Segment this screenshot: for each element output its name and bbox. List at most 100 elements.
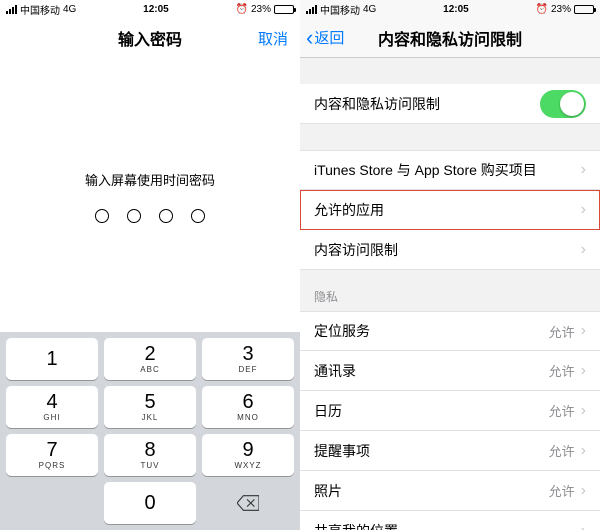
keypad-key-2[interactable]: 2ABC	[104, 338, 196, 380]
chevron-right-icon: ›	[581, 322, 586, 340]
network-label: 4G	[363, 4, 376, 15]
settings-row[interactable]: 共享我的位置 ›	[300, 511, 600, 530]
keypad-key-9[interactable]: 9WXYZ	[202, 434, 294, 476]
signal-bars-icon	[6, 5, 17, 14]
key-number: 1	[46, 349, 57, 369]
chevron-right-icon: ›	[581, 201, 586, 219]
cell-value: 允许	[549, 361, 575, 380]
battery-icon	[574, 5, 594, 14]
status-bar: 中国移动 4G 12:05 ⏰ 23%	[0, 0, 300, 18]
battery-icon	[274, 5, 294, 14]
passcode-dot	[191, 209, 205, 223]
signal-bars-icon	[306, 5, 317, 14]
key-number: 9	[242, 440, 253, 460]
cell-label: 定位服务	[314, 321, 370, 341]
chevron-right-icon: ›	[581, 402, 586, 420]
section-header-privacy: 隐私	[300, 270, 600, 311]
cell-value: 允许	[549, 441, 575, 460]
keypad-key-6[interactable]: 6MNO	[202, 386, 294, 428]
carrier-label: 中国移动	[20, 2, 60, 17]
back-button[interactable]: ‹ 返回	[306, 27, 344, 49]
key-letters: PQRS	[39, 461, 66, 470]
toggle-row-restrictions[interactable]: 内容和隐私访问限制	[300, 84, 600, 124]
key-letters: JKL	[142, 413, 159, 422]
key-number: 5	[144, 392, 155, 412]
settings-row[interactable]: iTunes Store 与 App Store 购买项目 ›	[300, 150, 600, 190]
nav-bar: ‹ 返回 内容和隐私访问限制	[300, 18, 600, 58]
numeric-keypad: 12ABC3DEF4GHI5JKL6MNO7PQRS8TUV9WXYZ0	[0, 332, 300, 530]
clock: 12:05	[143, 4, 169, 15]
cell-value: 允许	[549, 322, 575, 341]
keypad-key-3[interactable]: 3DEF	[202, 338, 294, 380]
nav-title: 输入密码	[118, 26, 182, 50]
nav-bar: 输入密码 取消	[0, 18, 300, 58]
cancel-button[interactable]: 取消	[258, 28, 288, 49]
cell-label: 照片	[314, 481, 342, 501]
key-number: 8	[144, 440, 155, 460]
key-letters: WXYZ	[234, 461, 261, 470]
battery-percent: 23%	[551, 4, 571, 15]
chevron-right-icon: ›	[581, 522, 586, 530]
keypad-key-0[interactable]: 0	[104, 482, 196, 524]
cell-label: 内容和隐私访问限制	[314, 94, 440, 114]
settings-row[interactable]: 日历 允许 ›	[300, 391, 600, 431]
chevron-right-icon: ›	[581, 241, 586, 259]
key-number: 7	[46, 440, 57, 460]
settings-row[interactable]: 允许的应用 ›	[300, 190, 600, 230]
key-letters: GHI	[43, 413, 60, 422]
backspace-key[interactable]	[202, 482, 294, 524]
alarm-icon: ⏰	[236, 4, 248, 15]
settings-row[interactable]: 定位服务 允许 ›	[300, 311, 600, 351]
restrictions-screen: 中国移动 4G 12:05 ⏰ 23% ‹ 返回 内容和隐私访问限制 内容和隐私…	[300, 0, 600, 530]
network-label: 4G	[63, 4, 76, 15]
keypad-key-8[interactable]: 8TUV	[104, 434, 196, 476]
key-number: 3	[242, 344, 253, 364]
alarm-icon: ⏰	[536, 4, 548, 15]
chevron-right-icon: ›	[581, 362, 586, 380]
key-letters: MNO	[237, 413, 259, 422]
cell-label: 日历	[314, 401, 342, 421]
key-number: 6	[242, 392, 253, 412]
chevron-right-icon: ›	[581, 442, 586, 460]
cell-label: 内容访问限制	[314, 240, 398, 260]
passcode-dot	[95, 209, 109, 223]
passcode-dots	[0, 209, 300, 223]
toggle-on[interactable]	[540, 90, 586, 118]
key-letters: DEF	[239, 365, 258, 374]
passcode-prompt: 输入屏幕使用时间密码	[0, 170, 300, 189]
settings-row[interactable]: 通讯录 允许 ›	[300, 351, 600, 391]
settings-row[interactable]: 提醒事项 允许 ›	[300, 431, 600, 471]
battery-percent: 23%	[251, 4, 271, 15]
key-number: 4	[46, 392, 57, 412]
status-bar: 中国移动 4G 12:05 ⏰ 23%	[300, 0, 600, 18]
keypad-blank	[6, 482, 98, 524]
key-letters: ABC	[140, 365, 159, 374]
passcode-dot	[159, 209, 173, 223]
key-number: 0	[144, 493, 155, 513]
clock: 12:05	[443, 4, 469, 15]
key-letters: TUV	[141, 461, 160, 470]
cell-label: iTunes Store 与 App Store 购买项目	[314, 160, 537, 180]
backspace-icon	[237, 495, 259, 511]
settings-row[interactable]: 照片 允许 ›	[300, 471, 600, 511]
back-label: 返回	[314, 27, 344, 48]
nav-title: 内容和隐私访问限制	[378, 26, 522, 50]
chevron-right-icon: ›	[581, 161, 586, 179]
keypad-key-5[interactable]: 5JKL	[104, 386, 196, 428]
cell-value: 允许	[549, 401, 575, 420]
keypad-key-7[interactable]: 7PQRS	[6, 434, 98, 476]
keypad-key-1[interactable]: 1	[6, 338, 98, 380]
passcode-screen: 中国移动 4G 12:05 ⏰ 23% 输入密码 取消 输入屏幕使用时间密码 1…	[0, 0, 300, 530]
cell-label: 通讯录	[314, 361, 356, 381]
keypad-key-4[interactable]: 4GHI	[6, 386, 98, 428]
key-number: 2	[144, 344, 155, 364]
settings-row[interactable]: 内容访问限制 ›	[300, 230, 600, 270]
cell-label: 提醒事项	[314, 441, 370, 461]
chevron-left-icon: ‹	[306, 27, 313, 49]
cell-label: 共享我的位置	[314, 521, 398, 530]
chevron-right-icon: ›	[581, 482, 586, 500]
cell-label: 允许的应用	[314, 200, 384, 220]
cell-value: 允许	[549, 481, 575, 500]
carrier-label: 中国移动	[320, 2, 360, 17]
passcode-dot	[127, 209, 141, 223]
